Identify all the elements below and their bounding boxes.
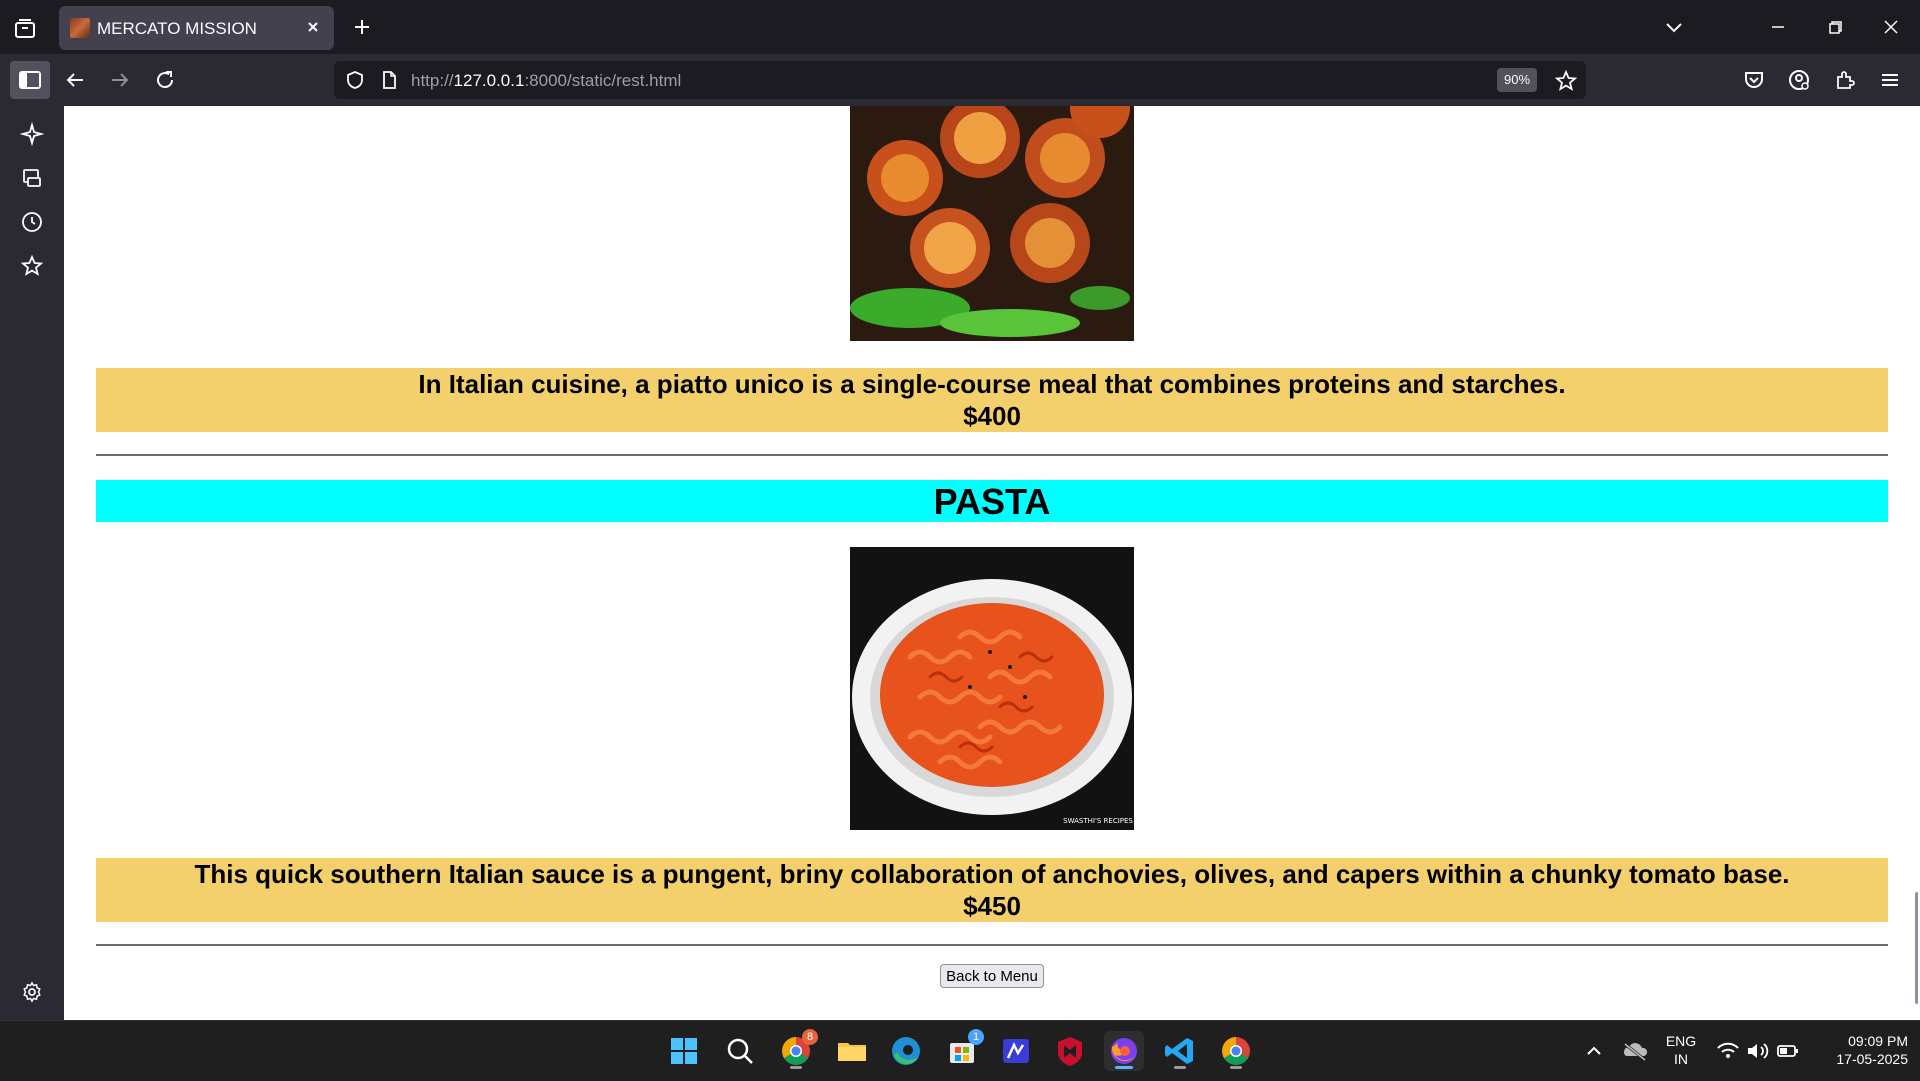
- battery-icon[interactable]: [1774, 1031, 1802, 1071]
- navigation-toolbar: http://127.0.0.1:8000/static/rest.html 9…: [0, 54, 1920, 106]
- url-text[interactable]: http://127.0.0.1:8000/static/rest.html: [411, 71, 681, 91]
- synced-tabs-icon[interactable]: [20, 166, 44, 190]
- dish-image-prawns: [850, 106, 1134, 341]
- page-viewport: In Italian cuisine, a piatto unico is a …: [64, 106, 1920, 1020]
- site-favicon-icon: [70, 18, 90, 38]
- store-notification-badge: 1: [968, 1029, 984, 1045]
- close-window-icon[interactable]: [1878, 14, 1904, 40]
- show-hidden-icons-chevron-icon[interactable]: [1582, 1031, 1606, 1071]
- language-code: ENG: [1665, 1033, 1697, 1049]
- chrome-icon[interactable]: [1216, 1031, 1256, 1071]
- wifi-icon[interactable]: [1714, 1031, 1742, 1071]
- list-tabs-chevron-icon[interactable]: [1661, 14, 1687, 40]
- tab-strip: MERCATO MISSION: [0, 0, 1920, 54]
- ai-chatbot-icon[interactable]: [19, 121, 45, 147]
- bookmarks-star-icon[interactable]: [20, 254, 44, 278]
- account-icon[interactable]: [1782, 63, 1816, 97]
- customize-sidebar-gear-icon[interactable]: [20, 980, 44, 1004]
- language-indicator[interactable]: ENG IN: [1660, 1032, 1702, 1068]
- zoom-level-button[interactable]: 90%: [1497, 68, 1538, 92]
- active-indicator: [1115, 1066, 1133, 1069]
- browser-sidebar: [0, 106, 64, 1020]
- dish-price: $400: [963, 401, 1021, 431]
- section-heading-pasta: PASTA: [96, 480, 1888, 522]
- tab-title: MERCATO MISSION: [97, 19, 257, 38]
- reload-icon[interactable]: [148, 63, 182, 97]
- back-to-menu-button[interactable]: Back to Menu: [940, 964, 1044, 988]
- url-scheme: http://: [411, 71, 454, 90]
- dish-description: This quick southern Italian sauce is a p…: [194, 859, 1790, 889]
- address-bar[interactable]: http://127.0.0.1:8000/static/rest.html 9…: [334, 61, 1586, 99]
- pocket-icon[interactable]: [1737, 63, 1771, 97]
- url-path: :8000/static/rest.html: [524, 71, 682, 90]
- back-arrow-icon[interactable]: [58, 63, 92, 97]
- dish-price: $450: [963, 891, 1021, 921]
- mcafee-icon[interactable]: [1050, 1031, 1090, 1071]
- firefox-icon[interactable]: [1104, 1031, 1144, 1071]
- browser-tab[interactable]: MERCATO MISSION: [59, 6, 334, 50]
- vscode-icon[interactable]: [1160, 1031, 1200, 1071]
- url-host: 127.0.0.1: [453, 71, 525, 90]
- system-clock[interactable]: 09:09 PM 17-05-2025: [1808, 1032, 1908, 1068]
- edge-icon[interactable]: [886, 1031, 926, 1071]
- clock-time: 09:09 PM: [1848, 1033, 1908, 1049]
- file-explorer-icon[interactable]: [832, 1031, 872, 1071]
- history-clock-icon[interactable]: [20, 210, 44, 234]
- dish-description: In Italian cuisine, a piatto unico is a …: [418, 369, 1566, 399]
- running-indicator: [1174, 1066, 1186, 1069]
- running-indicator: [790, 1066, 802, 1069]
- close-tab-icon[interactable]: [302, 16, 324, 38]
- divider: [96, 944, 1888, 946]
- new-tab-icon[interactable]: [350, 15, 374, 39]
- volume-icon[interactable]: [1744, 1031, 1772, 1071]
- start-windows-icon[interactable]: [664, 1031, 704, 1071]
- shield-icon[interactable]: [344, 69, 366, 95]
- dish-description-box: This quick southern Italian sauce is a p…: [96, 858, 1888, 922]
- restore-icon[interactable]: [1822, 14, 1848, 40]
- app-menu-icon[interactable]: [1873, 63, 1907, 97]
- dish-image-pasta: SWASTHI'S RECIPES: [850, 547, 1134, 830]
- divider: [96, 454, 1888, 456]
- dish-description-box: In Italian cuisine, a piatto unico is a …: [96, 368, 1888, 432]
- image-watermark: SWASTHI'S RECIPES: [1063, 817, 1133, 825]
- chrome-notification-badge: 8: [802, 1029, 818, 1045]
- minimize-icon[interactable]: [1765, 14, 1791, 40]
- onedrive-offline-icon[interactable]: [1620, 1031, 1650, 1071]
- extensions-icon[interactable]: [1828, 63, 1862, 97]
- sidebar-toggle-button[interactable]: [10, 61, 50, 99]
- list-all-tabs-icon[interactable]: [12, 16, 38, 42]
- chrome-icon[interactable]: 8: [776, 1029, 818, 1071]
- bookmark-star-icon[interactable]: [1554, 69, 1578, 97]
- page-scrollbar[interactable]: [1915, 892, 1918, 1004]
- forward-arrow-icon[interactable]: [103, 63, 137, 97]
- clock-date: 17-05-2025: [1836, 1051, 1908, 1067]
- region-code: IN: [1674, 1051, 1688, 1067]
- microsoft-store-icon[interactable]: 1: [942, 1029, 984, 1071]
- search-icon[interactable]: [720, 1031, 760, 1071]
- terminal-app-icon[interactable]: [996, 1031, 1036, 1071]
- page-info-icon[interactable]: [378, 69, 400, 95]
- running-indicator: [1230, 1066, 1242, 1069]
- windows-taskbar: 8 1 ENG IN 09:09 PM 17-05-2025: [0, 1020, 1920, 1081]
